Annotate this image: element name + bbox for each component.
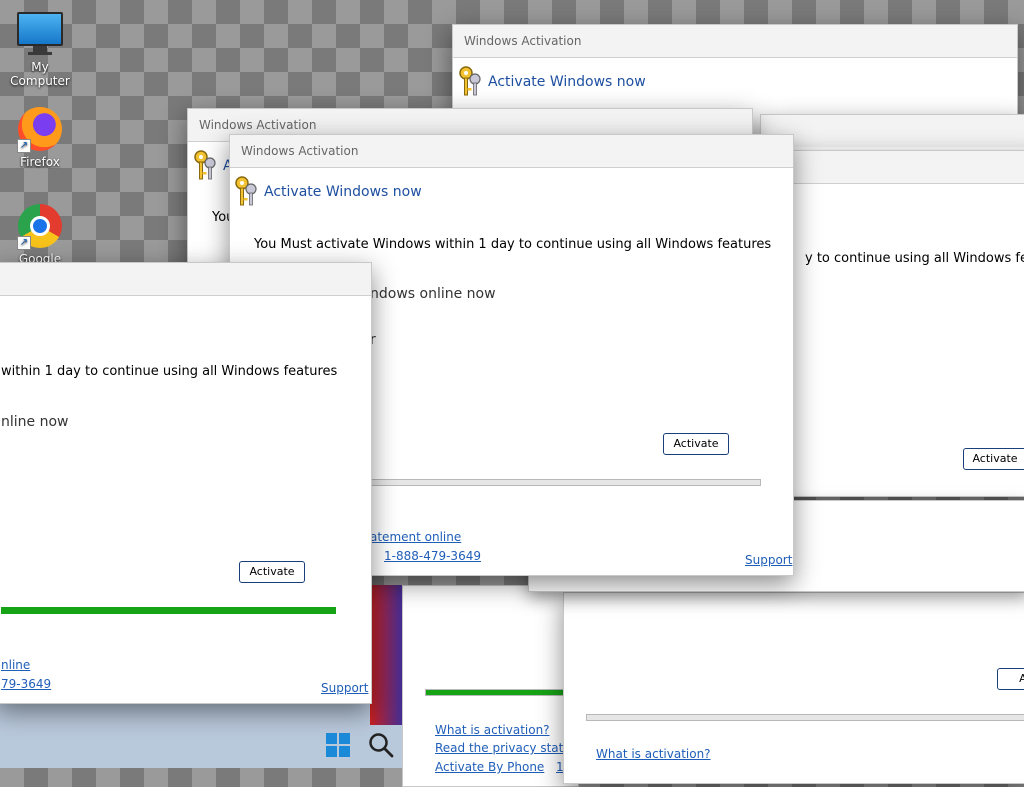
activate-online-option[interactable]: nline now xyxy=(1,414,68,430)
dialog-header: Activate Windows now xyxy=(456,65,646,99)
keys-icon xyxy=(235,176,257,206)
monitor-icon xyxy=(17,12,63,56)
activation-window-left: within 1 day to continue using all Windo… xyxy=(0,262,372,704)
privacy-statement-link[interactable]: nline xyxy=(1,658,30,672)
phone-number-link[interactable]: 1-888-479-3649 xyxy=(384,549,481,563)
dialog-header: A xyxy=(191,149,233,183)
activate-button[interactable]: Activate xyxy=(239,561,305,583)
privacy-statement-link[interactable]: Read the privacy statem xyxy=(435,741,578,755)
progress-bar xyxy=(370,479,761,486)
chrome-icon: ↗ xyxy=(17,204,63,250)
activation-message: You Must activate Windows within 1 day t… xyxy=(254,237,772,252)
firefox-icon: ↗ xyxy=(17,107,63,153)
activation-window-bottom-right: Act What is activation? xyxy=(563,592,1024,784)
activate-button[interactable]: Activate xyxy=(963,448,1024,470)
keys-icon xyxy=(459,66,481,96)
support-link[interactable]: Support xyxy=(321,681,368,695)
what-is-activation-link[interactable]: What is activation? xyxy=(596,747,711,761)
window-title-bar xyxy=(0,263,371,296)
activate-by-phone-link[interactable]: Activate By Phone xyxy=(435,760,544,774)
phone-number-link[interactable]: 79-3649 xyxy=(1,677,51,691)
progress-bar xyxy=(425,689,578,696)
window-title: Windows Activation xyxy=(199,118,317,132)
desktop-icon-firefox[interactable]: ↗ Firefox xyxy=(0,107,80,169)
shortcut-arrow-icon: ↗ xyxy=(17,236,31,250)
activation-window-right: y to continue using all Windows featu Ac… xyxy=(780,150,1024,497)
activation-window-bottom-middle: What is activation? Read the privacy sta… xyxy=(402,585,579,787)
activation-message-fragment: within 1 day to continue using all Windo… xyxy=(1,364,338,379)
windows-start-icon[interactable] xyxy=(324,731,352,759)
progress-bar xyxy=(1,607,336,614)
keys-icon xyxy=(194,150,216,180)
window-title: Windows Activation xyxy=(241,144,359,158)
dialog-heading: Activate Windows now xyxy=(264,184,422,200)
search-icon[interactable] xyxy=(367,731,395,759)
desktop-icon-my-computer[interactable]: My Computer xyxy=(0,12,80,88)
desktop-icon-label: My Computer xyxy=(10,60,70,88)
progress-bar xyxy=(586,714,1024,721)
privacy-statement-link[interactable]: atement online xyxy=(370,530,461,544)
desktop-icon-google[interactable]: ↗ Google xyxy=(0,204,80,266)
activation-message-fragment: y to continue using all Windows featu xyxy=(805,251,1024,266)
shortcut-arrow-icon: ↗ xyxy=(17,139,31,153)
activate-button[interactable]: Act xyxy=(997,668,1024,690)
what-is-activation-link[interactable]: What is activation? xyxy=(435,723,550,737)
window-title-bar: Windows Activation xyxy=(453,25,1017,58)
dialog-heading: Activate Windows now xyxy=(488,74,646,90)
dialog-header: Activate Windows now xyxy=(232,175,422,209)
window-title-bar xyxy=(761,115,1024,147)
window-title-bar: Windows Activation xyxy=(230,135,793,168)
window-title: Windows Activation xyxy=(464,34,582,48)
activate-button[interactable]: Activate xyxy=(663,433,729,455)
activate-online-option[interactable]: ndows online now xyxy=(370,286,496,302)
support-link[interactable]: Support xyxy=(745,553,792,567)
window-title-bar xyxy=(781,151,1024,184)
desktop-icon-label: Firefox xyxy=(20,155,60,169)
